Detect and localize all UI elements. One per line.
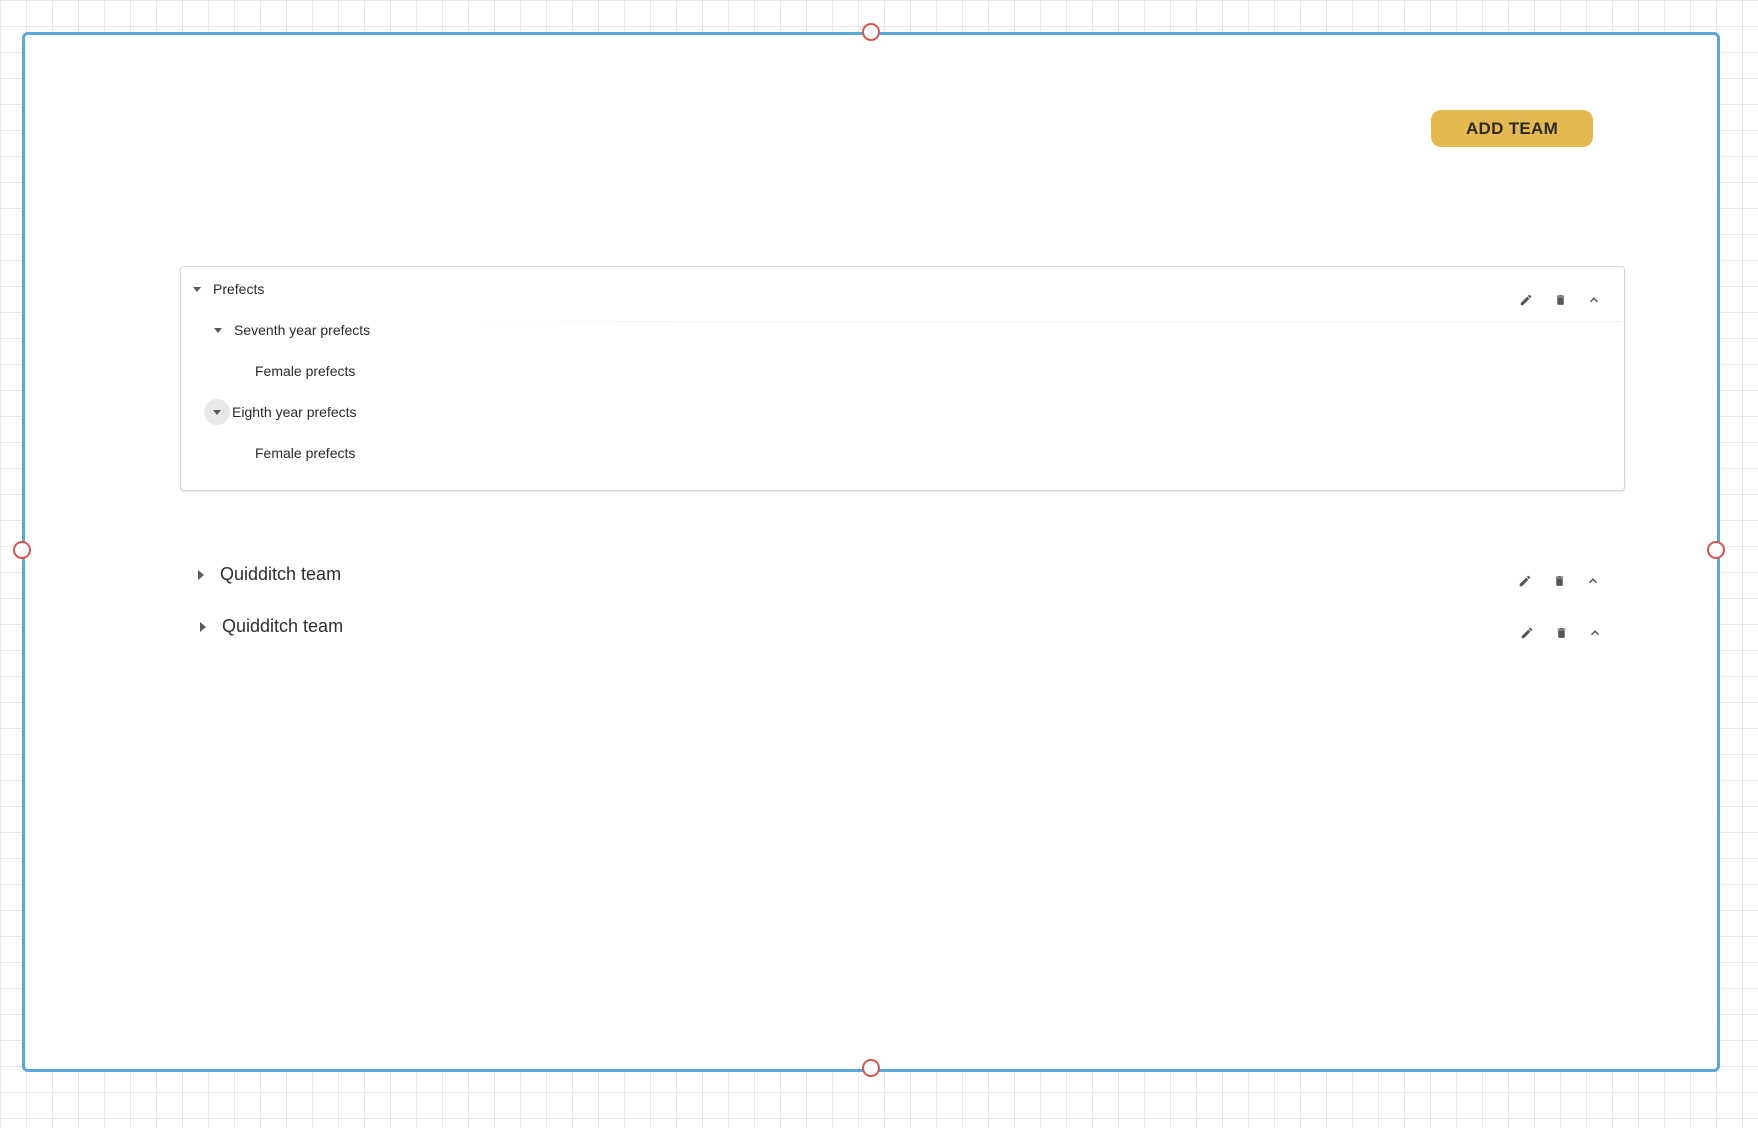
chevron-up-icon[interactable] [1585,291,1603,309]
tree-node-label: Eighth year prefects [232,404,357,420]
team-label: Quidditch team [220,564,342,584]
pencil-icon[interactable] [1518,624,1536,642]
card-divider [481,321,1621,322]
trash-icon[interactable] [1552,624,1570,642]
caret-down-icon[interactable] [193,286,201,292]
caret-down-icon[interactable] [214,327,222,333]
tree-node-prefects[interactable]: Prefects [193,276,264,302]
tree-node-label: Female prefects [255,445,356,461]
canvas-frame[interactable] [22,32,1720,1072]
team-row-quidditch-2[interactable]: Quidditch team [200,616,343,637]
team-tree-card: Prefects Seventh year prefects Female pr… [180,266,1625,491]
caret-down-icon[interactable] [204,399,230,425]
tree-node-label: Seventh year prefects [234,322,371,338]
pencil-icon[interactable] [1517,291,1535,309]
resize-handle-top[interactable] [862,23,880,41]
resize-handle-left[interactable] [13,541,31,559]
resize-handle-right[interactable] [1707,541,1725,559]
tree-node-eighth-year[interactable]: Eighth year prefects [204,399,357,425]
add-team-button[interactable]: ADD TEAM [1431,110,1593,147]
caret-right-icon[interactable] [198,569,204,580]
tree-node-label: Prefects [213,281,265,297]
team-row-quidditch-1[interactable]: Quidditch team [198,564,341,585]
team-label: Quidditch team [222,616,344,636]
tree-node-female-prefects[interactable]: Female prefects [255,358,355,384]
team-actions [1518,624,1604,642]
tree-actions [1517,291,1603,309]
tree-node-seventh-year[interactable]: Seventh year prefects [214,317,370,343]
chevron-up-icon[interactable] [1586,624,1604,642]
tree-node-female-prefects[interactable]: Female prefects [255,440,355,466]
trash-icon[interactable] [1550,572,1568,590]
resize-handle-bottom[interactable] [862,1059,880,1077]
tree-node-label: Female prefects [255,363,356,379]
trash-icon[interactable] [1551,291,1569,309]
caret-right-icon[interactable] [200,621,206,632]
chevron-up-icon[interactable] [1584,572,1602,590]
team-actions [1516,572,1602,590]
pencil-icon[interactable] [1516,572,1534,590]
